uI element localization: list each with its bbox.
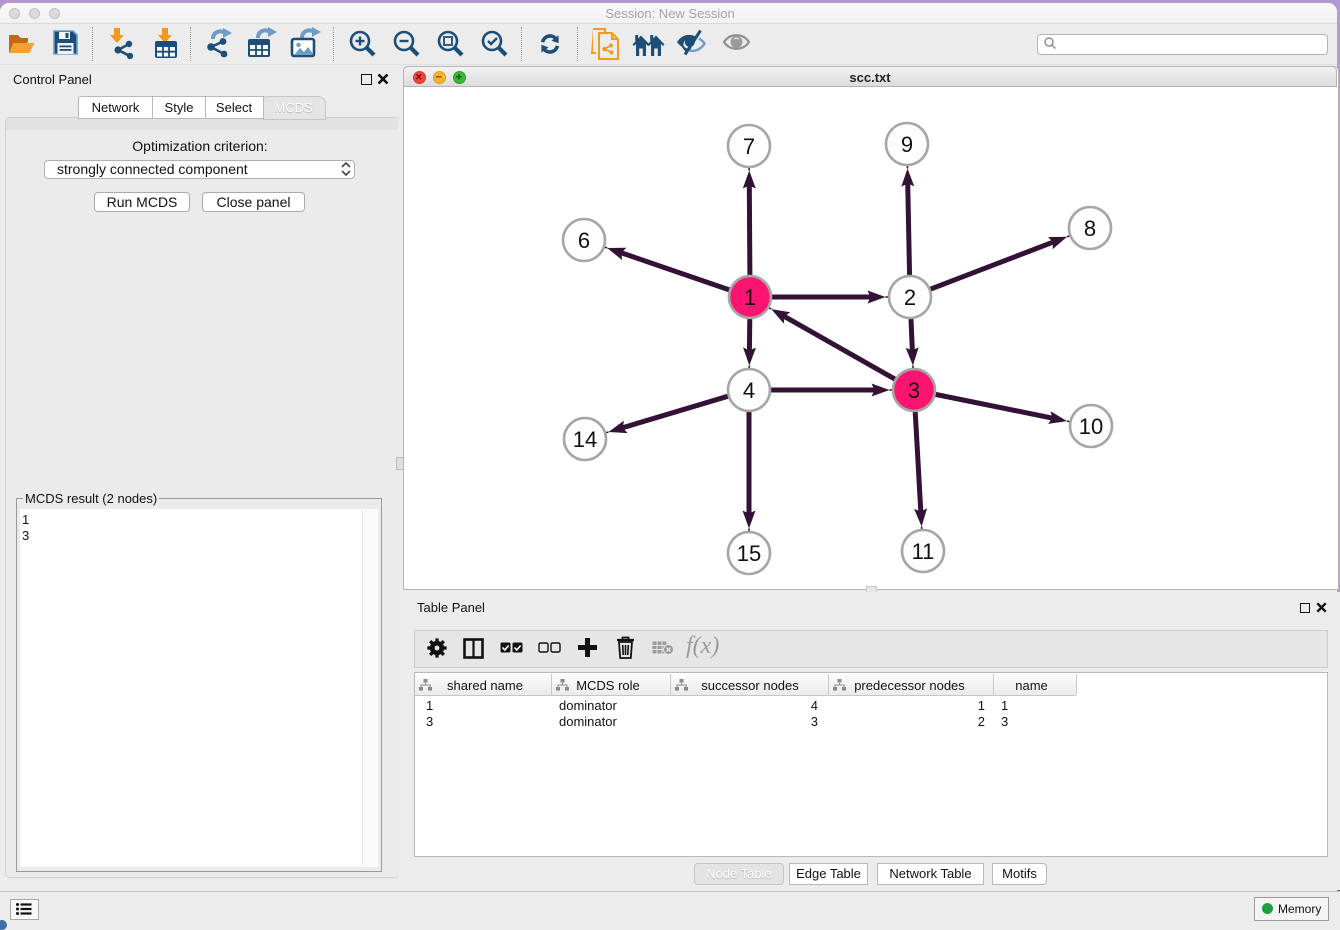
svg-text:1: 1 — [744, 285, 756, 310]
svg-text:9: 9 — [901, 132, 913, 157]
svg-text:15: 15 — [737, 541, 761, 566]
svg-text:10: 10 — [1079, 414, 1103, 439]
svg-text:11: 11 — [912, 539, 935, 564]
svg-text:14: 14 — [573, 427, 597, 452]
svg-text:7: 7 — [743, 134, 755, 159]
svg-text:2: 2 — [904, 285, 916, 310]
svg-text:4: 4 — [743, 378, 755, 403]
svg-text:6: 6 — [578, 228, 590, 253]
svg-text:3: 3 — [908, 378, 920, 403]
svg-text:8: 8 — [1084, 216, 1096, 241]
